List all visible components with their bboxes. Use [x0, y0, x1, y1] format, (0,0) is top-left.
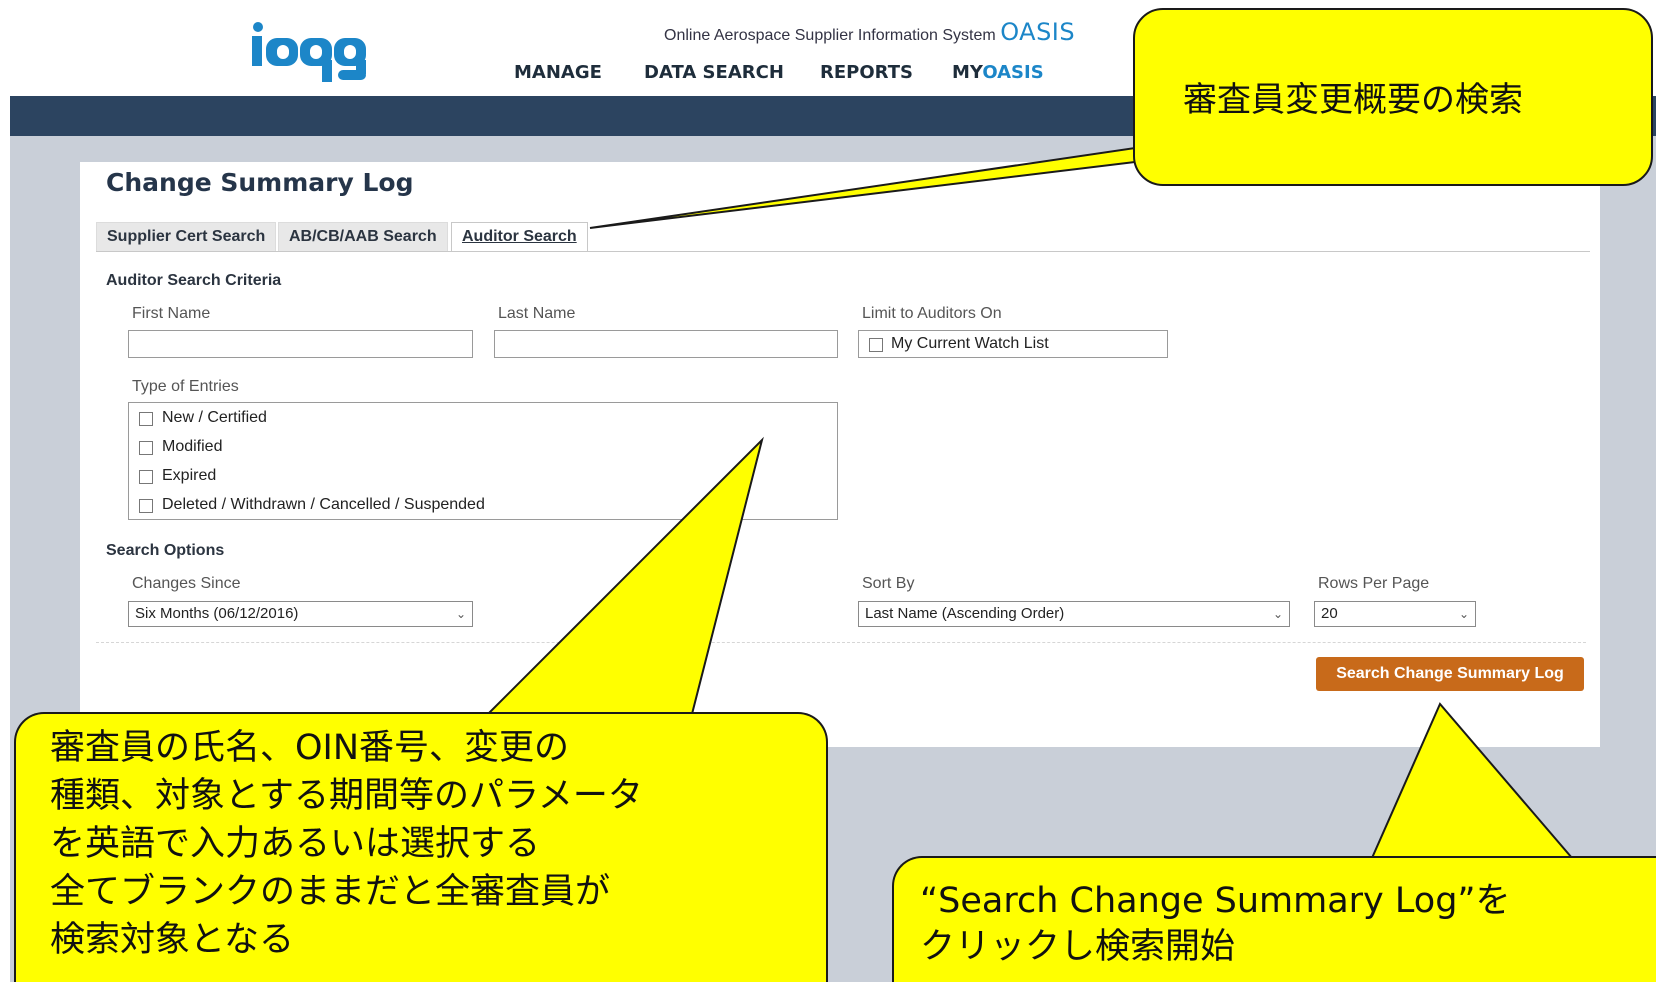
- callout-parameters-line: 全てブランクのままだと全審査員が: [50, 872, 611, 912]
- callout1-pointer: [589, 146, 1136, 229]
- callout-click-search-text: “Search Change Summary Log”を クリックし検索開始: [920, 878, 1511, 970]
- callout-click-search-line: クリックし検索開始: [920, 927, 1236, 967]
- callout-parameters-line: を英語で入力あるいは選択する: [50, 824, 541, 864]
- callout-parameters-line: 検索対象となる: [50, 920, 294, 960]
- callout3-pointer: [1370, 702, 1575, 859]
- callout-click-search-line: “Search Change Summary Log”を: [920, 881, 1511, 921]
- callout-auditor-search-text: 審査員変更概要の検索: [1183, 80, 1523, 120]
- callout-parameters-text: 審査員の氏名、OIN番号、変更の 種類、対象とする期間等のパラメータ を英語で入…: [50, 724, 643, 964]
- callout-click-search: “Search Change Summary Log”を クリックし検索開始: [892, 856, 1656, 982]
- callout-parameters: 審査員の氏名、OIN番号、変更の 種類、対象とする期間等のパラメータ を英語で入…: [14, 712, 828, 982]
- callout-parameters-line: 審査員の氏名、OIN番号、変更の: [50, 728, 570, 768]
- callout-auditor-search: 審査員変更概要の検索: [1133, 8, 1653, 186]
- callout-parameters-line: 種類、対象とする期間等のパラメータ: [50, 776, 643, 816]
- callout2-pointer: [485, 436, 764, 715]
